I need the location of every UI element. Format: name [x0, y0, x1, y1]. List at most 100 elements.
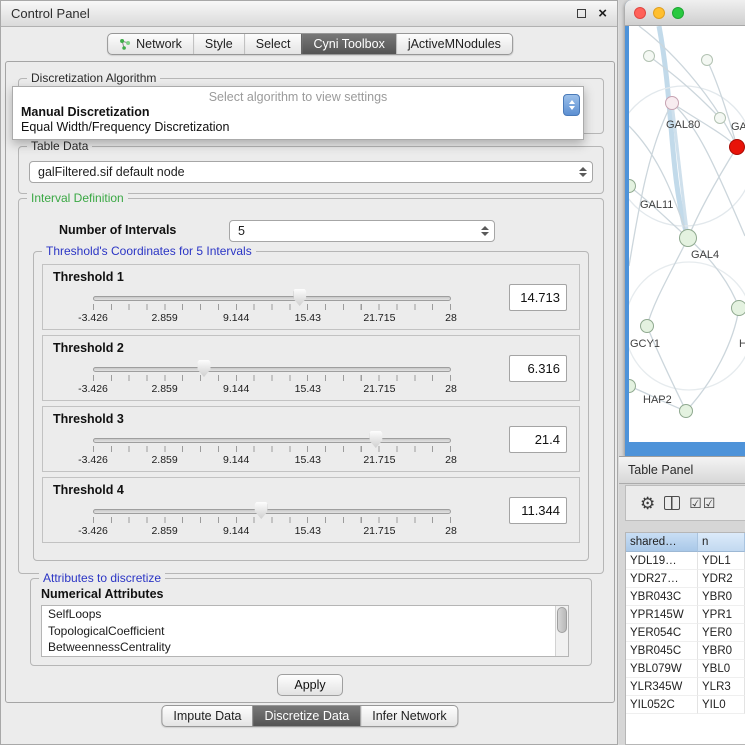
tab-select[interactable]: Select — [244, 34, 302, 54]
tick-label: 2.859 — [151, 383, 177, 395]
algorithm-option-manual[interactable]: Manual Discretization — [13, 104, 583, 119]
table-cell[interactable]: YPR145W — [626, 606, 698, 624]
algorithm-combobox-placeholder[interactable]: Select algorithm to view settings — [13, 87, 583, 104]
network-canvas[interactable]: GAL80GAGAL11GAL4GCY1HHAP2 — [629, 26, 745, 442]
tab-network[interactable]: Network — [108, 34, 193, 54]
tick-label: 21.715 — [363, 454, 395, 466]
table-cell[interactable]: YBL0 — [698, 660, 745, 678]
table-cell[interactable]: YBR0 — [698, 642, 745, 660]
attributes-listbox[interactable]: SelfLoopsTopologicalCoefficientBetweenne… — [41, 605, 569, 657]
table-row[interactable]: YBR045C YBR0 — [626, 642, 745, 660]
slider-track[interactable] — [93, 367, 451, 372]
settings-gear-icon[interactable]: ⚙ — [640, 495, 655, 512]
threshold-slider[interactable]: -3.426 2.859 9.144 15.43 21.715 28 — [93, 429, 451, 469]
close-icon[interactable]: × — [598, 6, 607, 21]
network-node[interactable] — [714, 112, 726, 124]
group-title: Interval Definition — [27, 191, 128, 205]
table-cell[interactable]: YBL079W — [626, 660, 698, 678]
table-cell[interactable]: YPR1 — [698, 606, 745, 624]
tick-label: 9.144 — [223, 383, 249, 395]
table-row[interactable]: YDL19… YDL1 — [626, 552, 745, 570]
attribute-item[interactable]: SelfLoops — [42, 606, 568, 623]
table-row[interactable]: YBL079W YBL0 — [626, 660, 745, 678]
table-row[interactable]: YER054C YER0 — [626, 624, 745, 642]
float-window-icon[interactable] — [577, 9, 586, 18]
network-node[interactable] — [679, 404, 693, 418]
table-data-combobox[interactable]: galFiltered.sif default node — [29, 161, 593, 183]
slider-tick-labels: -3.426 2.859 9.144 15.43 21.715 28 — [93, 383, 451, 395]
close-traffic-light-icon[interactable] — [634, 7, 646, 19]
table-cell[interactable]: YLR3 — [698, 678, 745, 696]
table-cell[interactable]: YIL0 — [698, 696, 745, 714]
table-cell[interactable]: YER054C — [626, 624, 698, 642]
table-row[interactable]: YIL052C YIL0 — [626, 696, 745, 714]
attribute-item[interactable]: TopologicalCoefficient — [42, 623, 568, 640]
tick-label: 9.144 — [223, 525, 249, 537]
network-node[interactable] — [643, 50, 655, 62]
table-cell[interactable]: YBR0 — [698, 588, 745, 606]
algorithm-option-equal-width[interactable]: Equal Width/Frequency Discretization — [13, 119, 583, 134]
network-node[interactable] — [640, 319, 654, 333]
attribute-item[interactable]: BetweennessCentrality — [42, 639, 568, 656]
table-cell[interactable]: YDL1 — [698, 552, 745, 570]
table-row[interactable]: YLR345W YLR3 — [626, 678, 745, 696]
table-cell[interactable]: YBR043C — [626, 588, 698, 606]
slider-track[interactable] — [93, 509, 451, 514]
network-node[interactable] — [679, 229, 697, 247]
column-header-name[interactable]: n — [698, 533, 745, 552]
columns-icon[interactable] — [664, 496, 680, 510]
table-row[interactable]: YPR145W YPR1 — [626, 606, 745, 624]
threshold-value-field[interactable]: 11.344 — [509, 497, 567, 524]
table-cell[interactable]: YDL19… — [626, 552, 698, 570]
apply-button[interactable]: Apply — [277, 674, 343, 696]
slider-track[interactable] — [93, 438, 451, 443]
tick-label: 2.859 — [151, 454, 177, 466]
tab-infer-network[interactable]: Infer Network — [360, 706, 457, 726]
tab-label: Style — [205, 37, 233, 51]
network-node[interactable] — [729, 139, 745, 155]
zoom-traffic-light-icon[interactable] — [672, 7, 684, 19]
scrollbar-thumb[interactable] — [557, 607, 567, 633]
threshold-value-field[interactable]: 21.4 — [509, 426, 567, 453]
number-of-intervals-label: Number of Intervals — [59, 223, 176, 237]
tab-jactivemnodules[interactable]: jActiveMNodules — [396, 34, 512, 54]
threshold-value-field[interactable]: 6.316 — [509, 355, 567, 382]
algorithm-combobox-stepper[interactable] — [563, 94, 580, 116]
slider-track[interactable] — [93, 296, 451, 301]
number-of-intervals-combobox[interactable]: 5 — [229, 220, 495, 242]
column-header-shared-name[interactable]: shared… — [626, 533, 698, 552]
tab-cyni-toolbox[interactable]: Cyni Toolbox — [301, 34, 395, 54]
screen: Control Panel × Network Style Select Cyn… — [0, 0, 745, 745]
threshold-slider[interactable]: -3.426 2.859 9.144 15.43 21.715 28 — [93, 500, 451, 540]
threshold-slider[interactable]: -3.426 2.859 9.144 15.43 21.715 28 — [93, 287, 451, 327]
checkbox-glyph: ☑ — [703, 495, 717, 511]
network-icon — [119, 38, 131, 50]
checkbox-icon[interactable]: ☑☑ — [689, 496, 716, 510]
group-title: Attributes to discretize — [39, 571, 165, 585]
table-cell[interactable]: YDR27… — [626, 570, 698, 588]
table-row[interactable]: YBR043C YBR0 — [626, 588, 745, 606]
threshold-value-field[interactable]: 14.713 — [509, 284, 567, 311]
algorithm-dropdown-popup: Select algorithm to view settings Manual… — [12, 86, 584, 140]
tab-impute-data[interactable]: Impute Data — [162, 706, 252, 726]
slider-tick-labels: -3.426 2.859 9.144 15.43 21.715 28 — [93, 454, 451, 466]
tab-style[interactable]: Style — [193, 34, 244, 54]
table-cell[interactable]: YIL052C — [626, 696, 698, 714]
network-node[interactable] — [665, 96, 679, 110]
threshold-label: Threshold 3 — [53, 412, 124, 426]
table-cell[interactable]: YDR2 — [698, 570, 745, 588]
group-title: Table Data — [27, 139, 92, 153]
network-node[interactable] — [731, 300, 745, 316]
table-cell[interactable]: YBR045C — [626, 642, 698, 660]
table-cell[interactable]: YLR345W — [626, 678, 698, 696]
threshold-slider[interactable]: -3.426 2.859 9.144 15.43 21.715 28 — [93, 358, 451, 398]
network-node[interactable] — [701, 54, 713, 66]
table-cell[interactable]: YER0 — [698, 624, 745, 642]
tab-label: Impute Data — [173, 709, 241, 723]
tab-discretize-data[interactable]: Discretize Data — [253, 706, 361, 726]
tick-label: 21.715 — [363, 312, 395, 324]
network-node-label: GAL80 — [666, 119, 700, 131]
table-row[interactable]: YDR27… YDR2 — [626, 570, 745, 588]
minimize-traffic-light-icon[interactable] — [653, 7, 665, 19]
listbox-scrollbar[interactable] — [555, 606, 568, 656]
